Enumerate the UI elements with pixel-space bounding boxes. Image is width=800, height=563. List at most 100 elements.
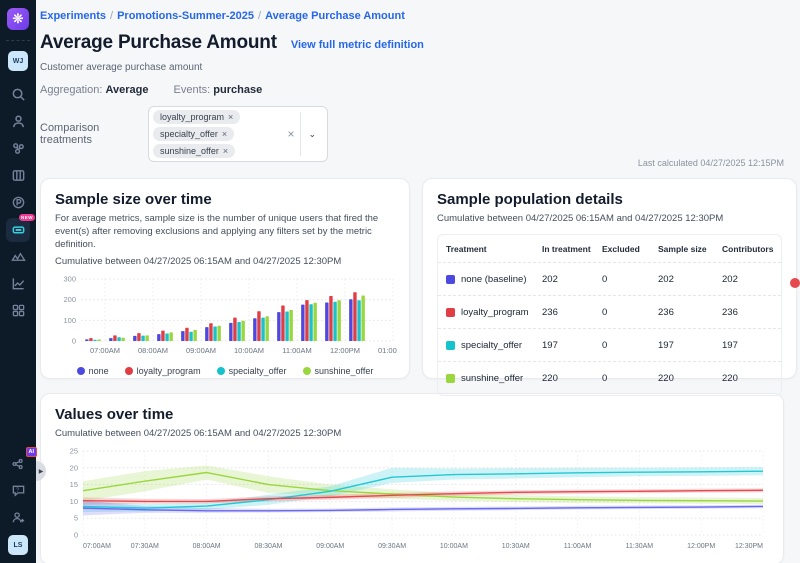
column-header: Treatment <box>446 244 542 254</box>
edge-notification-dot[interactable] <box>790 278 800 288</box>
svg-text:11:30AM: 11:30AM <box>626 543 654 550</box>
aggregation-value: Average <box>105 84 148 96</box>
svg-text:300: 300 <box>63 275 76 284</box>
treatment-chip-sunshine_offer[interactable]: sunshine_offer× <box>153 144 235 158</box>
table-row: none (baseline)2020202202 <box>438 263 781 296</box>
legend-item-sunshine_offer[interactable]: sunshine_offer <box>303 366 374 376</box>
legend-item-specialty_offer[interactable]: specialty_offer <box>217 366 287 376</box>
treatment-color-chip <box>446 374 455 383</box>
legend-label: loyalty_program <box>137 366 201 376</box>
svg-text:11:00AM: 11:00AM <box>282 346 311 355</box>
svg-text:08:00AM: 08:00AM <box>193 543 221 550</box>
app-logo-icon[interactable]: ❊ <box>7 8 29 30</box>
experiments-icon[interactable]: NEW <box>6 218 30 242</box>
svg-text:20: 20 <box>70 463 78 472</box>
invite-user-icon[interactable] <box>6 506 30 530</box>
svg-text:0: 0 <box>72 337 76 346</box>
legend-label: sunshine_offer <box>315 366 374 376</box>
chip-remove-icon[interactable]: × <box>222 129 227 139</box>
legend-dot <box>125 367 133 375</box>
breadcrumb-experiments[interactable]: Experiments <box>40 10 106 22</box>
treatment-label: specialty_offer <box>461 340 522 351</box>
dashboards-icon[interactable] <box>6 299 30 323</box>
clear-all-icon[interactable]: × <box>281 127 300 141</box>
sample-size-note: For average metrics, sample size is the … <box>55 213 395 251</box>
sample-size-card: Sample size over time For average metric… <box>40 178 410 379</box>
svg-text:25: 25 <box>70 447 78 456</box>
legend-dot <box>303 367 311 375</box>
cell-in_treatment: 236 <box>542 307 602 318</box>
svg-text:07:00AM: 07:00AM <box>83 543 111 550</box>
cell-sample_size: 220 <box>658 373 722 384</box>
svg-text:01:00PM: 01:00PM <box>378 346 397 355</box>
chevron-down-icon[interactable]: ⌄ <box>301 129 323 140</box>
feature-gates-icon[interactable] <box>6 164 30 188</box>
new-badge: NEW <box>19 214 35 221</box>
svg-text:08:30AM: 08:30AM <box>254 543 282 550</box>
user-avatar-badge[interactable]: LS <box>8 535 28 555</box>
legend-item-none[interactable]: none <box>77 366 109 376</box>
svg-text:200: 200 <box>63 296 76 305</box>
legend-dot <box>77 367 85 375</box>
values-line-chart: 051015202507:00AM07:30AM08:00AM08:30AM09… <box>55 445 769 560</box>
column-header: Excluded <box>602 244 658 254</box>
aggregation-label: Aggregation: <box>40 84 102 96</box>
svg-text:15: 15 <box>70 480 78 489</box>
svg-text:10:30AM: 10:30AM <box>502 543 530 550</box>
legend-label: specialty_offer <box>229 366 287 376</box>
svg-text:10: 10 <box>70 497 78 506</box>
cell-contributors: 236 <box>722 307 773 318</box>
sidebar-divider <box>6 40 30 41</box>
svg-text:09:00AM: 09:00AM <box>186 346 216 355</box>
treatment-color-chip <box>446 275 455 284</box>
aggregation-row: Aggregation: Average Events: purchase <box>40 84 784 96</box>
svg-text:12:00PM: 12:00PM <box>687 543 715 550</box>
treatment-color-chip <box>446 341 455 350</box>
legend-item-loyalty_program[interactable]: loyalty_program <box>125 366 201 376</box>
breadcrumb-experiment-name[interactable]: Promotions-Summer-2025 <box>117 10 254 22</box>
legend-label: none <box>89 366 109 376</box>
cell-excluded: 0 <box>602 340 658 351</box>
svg-text:12:00PM: 12:00PM <box>330 346 360 355</box>
svg-text:07:30AM: 07:30AM <box>131 543 159 550</box>
metrics-icon[interactable] <box>6 272 30 296</box>
cell-sample_size: 202 <box>658 274 722 285</box>
chip-remove-icon[interactable]: × <box>223 146 228 156</box>
holdouts-icon[interactable] <box>6 245 30 269</box>
main-content: Experiments/Promotions-Summer-2025/Avera… <box>36 0 800 563</box>
svg-text:100: 100 <box>63 316 76 325</box>
values-card: Values over time Cumulative between 04/2… <box>40 393 784 563</box>
users-icon[interactable] <box>6 110 30 134</box>
comparison-treatments-select[interactable]: loyalty_program× specialty_offer× sunshine… <box>148 106 328 162</box>
breadcrumb-metric-name[interactable]: Average Purchase Amount <box>265 10 405 22</box>
product-analytics-icon[interactable] <box>6 191 30 215</box>
segments-icon[interactable] <box>6 137 30 161</box>
sample-size-title: Sample size over time <box>55 191 395 208</box>
treatment-chips: loyalty_program× specialty_offer× sunshine… <box>153 110 281 158</box>
chip-remove-icon[interactable]: × <box>228 112 233 122</box>
ai-assistant-icon[interactable]: AI <box>6 452 30 476</box>
treatment-color-chip <box>446 308 455 317</box>
support-chat-icon[interactable]: ? <box>6 479 30 503</box>
search-icon[interactable] <box>6 83 30 107</box>
workspace-badge[interactable]: WJ <box>8 51 28 71</box>
cell-in_treatment: 220 <box>542 373 602 384</box>
breadcrumb: Experiments/Promotions-Summer-2025/Avera… <box>40 10 784 22</box>
comparison-treatments-label: Comparison treatments <box>40 122 148 146</box>
treatment-chip-loyalty_program[interactable]: loyalty_program× <box>153 110 240 124</box>
cell-excluded: 0 <box>602 274 658 285</box>
cell-in_treatment: 197 <box>542 340 602 351</box>
svg-text:?: ? <box>16 487 19 493</box>
cell-sample_size: 236 <box>658 307 722 318</box>
svg-text:10:00AM: 10:00AM <box>440 543 468 550</box>
cell-contributors: 220 <box>722 373 773 384</box>
population-title: Sample population details <box>437 191 782 208</box>
svg-text:09:00AM: 09:00AM <box>316 543 344 550</box>
view-metric-definition-link[interactable]: View full metric definition <box>291 39 424 51</box>
last-calculated: Last calculated 04/27/2025 12:15PM <box>638 158 784 168</box>
values-title: Values over time <box>55 406 769 423</box>
table-row: sunshine_offer2200220220 <box>438 362 781 395</box>
population-table: TreatmentIn treatmentExcludedSample size… <box>437 234 782 396</box>
population-card: Sample population details Cumulative bet… <box>422 178 797 379</box>
treatment-chip-specialty_offer[interactable]: specialty_offer× <box>153 127 234 141</box>
